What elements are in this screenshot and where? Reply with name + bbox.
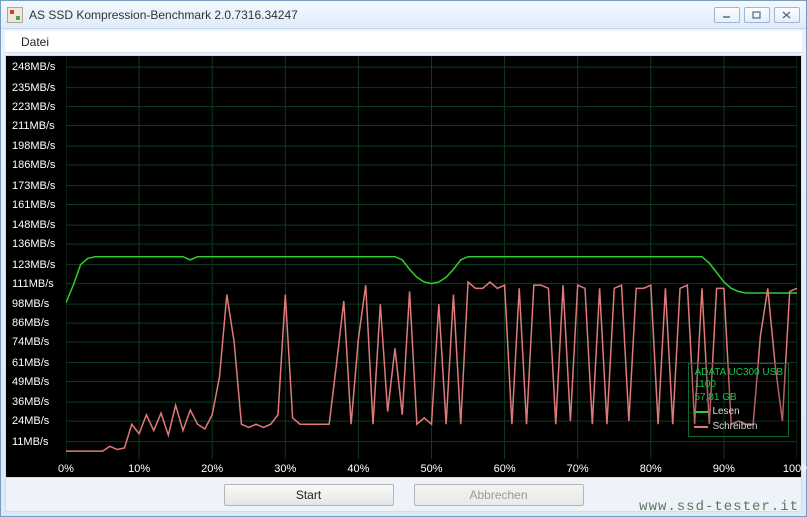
legend-read-swatch [694, 411, 708, 413]
x-tick-label: 80% [640, 463, 662, 475]
maximize-icon [752, 11, 762, 19]
plot-wrap: 11MB/s 24MB/s 36MB/s 49MB/s 61MB/s 74MB/s 86MB… [6, 56, 801, 477]
x-axis: 0%10%20%30%40%50%60%70%80%90%100% [66, 459, 797, 477]
maximize-button[interactable] [744, 7, 770, 23]
close-button[interactable] [774, 7, 800, 23]
titlebar: AS SSD Kompression-Benchmark 2.0.7316.34… [1, 1, 806, 29]
legend-write-swatch [694, 426, 708, 428]
minimize-icon [722, 11, 732, 19]
y-tick-label: 223MB/s [12, 101, 55, 113]
y-tick-label: 235MB/s [12, 82, 55, 94]
legend-write: Schreiben [694, 421, 783, 434]
y-tick-label: 211MB/s [12, 120, 55, 132]
y-axis: 11MB/s 24MB/s 36MB/s 49MB/s 61MB/s 74MB/s 86MB… [6, 56, 66, 459]
legend-firmware: 1100 [694, 379, 783, 392]
start-button[interactable]: Start [224, 484, 394, 506]
y-tick-label: 186MB/s [12, 159, 55, 171]
app-window: AS SSD Kompression-Benchmark 2.0.7316.34… [0, 0, 807, 517]
y-tick-label: 136MB/s [12, 238, 55, 250]
cancel-button: Abbrechen [414, 484, 584, 506]
legend-capacity: 57,81 GB [694, 392, 783, 405]
legend-device: ADATA UC300 USB [694, 367, 783, 380]
chart-area: 11MB/s 24MB/s 36MB/s 49MB/s 61MB/s 74MB/s 86MB… [6, 56, 801, 477]
toolbar: Start Abbrechen [6, 477, 801, 511]
legend-read-label: Lesen [712, 406, 739, 419]
x-tick-label: 0% [58, 463, 74, 475]
menubar: Datei [5, 31, 802, 53]
y-tick-label: 173MB/s [12, 180, 55, 192]
x-tick-label: 10% [128, 463, 150, 475]
app-icon [7, 7, 23, 23]
x-tick-label: 100% [783, 463, 807, 475]
x-tick-label: 20% [201, 463, 223, 475]
y-tick-label: 123MB/s [12, 259, 55, 271]
legend-read: Lesen [694, 406, 783, 419]
legend-write-label: Schreiben [712, 421, 757, 434]
y-tick-label: 161MB/s [12, 199, 55, 211]
x-tick-label: 30% [274, 463, 296, 475]
x-tick-label: 50% [420, 463, 442, 475]
y-tick-label: 61MB/s [12, 357, 49, 369]
y-tick-label: 86MB/s [12, 317, 49, 329]
x-tick-label: 90% [713, 463, 735, 475]
y-tick-label: 248MB/s [12, 61, 55, 73]
y-tick-label: 11MB/s [12, 436, 48, 448]
x-tick-label: 40% [347, 463, 369, 475]
y-tick-label: 24MB/s [12, 415, 49, 427]
close-icon [782, 11, 792, 19]
y-tick-label: 148MB/s [12, 219, 55, 231]
x-tick-label: 70% [567, 463, 589, 475]
y-tick-label: 74MB/s [12, 336, 49, 348]
menu-datei[interactable]: Datei [13, 33, 57, 51]
minimize-button[interactable] [714, 7, 740, 23]
window-controls [714, 7, 800, 23]
y-tick-label: 198MB/s [12, 140, 55, 152]
y-tick-label: 111MB/s [12, 278, 54, 290]
y-tick-label: 98MB/s [12, 298, 49, 310]
plot-svg [66, 56, 797, 459]
x-tick-label: 60% [494, 463, 516, 475]
y-tick-label: 36MB/s [12, 396, 49, 408]
legend-box: ADATA UC300 USB 1100 57,81 GB Lesen Schr… [688, 363, 789, 438]
window-title: AS SSD Kompression-Benchmark 2.0.7316.34… [29, 8, 714, 22]
plot-canvas: ADATA UC300 USB 1100 57,81 GB Lesen Schr… [66, 56, 797, 459]
content: 11MB/s 24MB/s 36MB/s 49MB/s 61MB/s 74MB/s 86MB… [5, 55, 802, 512]
y-tick-label: 49MB/s [12, 376, 49, 388]
